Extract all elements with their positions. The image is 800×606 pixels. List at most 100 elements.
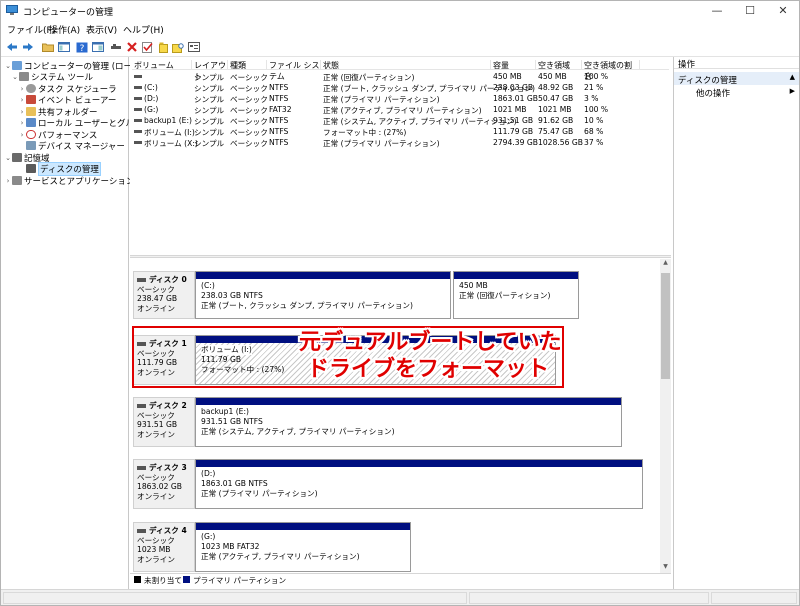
table-cell: ボリューム (X:) <box>144 139 198 148</box>
collapse-arrow-icon[interactable]: ▲ <box>790 73 795 81</box>
forward-arrow-icon[interactable] <box>21 40 35 54</box>
connect-icon[interactable] <box>109 40 123 54</box>
computer-management-icon <box>6 5 18 15</box>
table-cell: 91.62 GB <box>538 116 574 125</box>
disk-graph-scrollbar[interactable]: ▲ ▼ <box>660 259 671 573</box>
menu-view[interactable]: 表示(V) <box>86 23 117 36</box>
check-icon[interactable] <box>141 40 155 54</box>
col-filesystem[interactable]: ファイル システム <box>267 60 321 81</box>
menu-bar: ファイル(F) 操作(A) 表示(V) ヘルプ(H) <box>1 21 799 37</box>
collapse-icon[interactable]: ⌄ <box>11 73 19 81</box>
collapse-icon[interactable]: ⌄ <box>4 154 12 162</box>
table-cell: NTFS <box>269 127 289 136</box>
volume-icon <box>134 108 142 111</box>
table-cell: 37 % <box>584 138 604 147</box>
expand-icon[interactable]: › <box>18 96 26 104</box>
tree-task-scheduler[interactable]: › タスク スケジューラ <box>18 83 117 95</box>
table-row[interactable]: (C:) シンプル ベーシック NTFS 正常 (ブート, クラッシュ ダンプ, プライ… <box>132 82 669 93</box>
clock-icon <box>26 84 36 93</box>
disk-icon <box>26 164 36 173</box>
expand-icon[interactable]: › <box>18 85 26 93</box>
table-cell: NTFS <box>269 138 289 147</box>
menu-file[interactable]: ファイル(F) <box>7 23 55 36</box>
delete-icon[interactable] <box>125 40 139 54</box>
tree-shared-folders[interactable]: › 共有フォルダー <box>18 106 98 118</box>
volume-icon <box>134 119 142 122</box>
tree-device-manager[interactable]: デバイス マネージャー <box>18 140 125 152</box>
menu-action[interactable]: 操作(A) <box>49 23 80 36</box>
unallocated-swatch <box>134 576 141 583</box>
table-row[interactable]: (G:) シンプル ベーシック FAT32 正常 (アクティブ, プライマリ パーティシ… <box>132 104 669 115</box>
col-status[interactable]: 状態 <box>321 60 491 70</box>
computer-icon <box>12 61 22 70</box>
col-layout[interactable]: レイアウト <box>192 60 228 81</box>
pane-splitter[interactable] <box>130 255 671 258</box>
table-row[interactable]: ボリューム (X:) シンプル ベーシック NTFS 正常 (プライマリ パーティション… <box>132 137 669 148</box>
collapse-icon[interactable]: ⌄ <box>4 62 12 70</box>
storage-icon <box>12 153 22 162</box>
actions-header: 操作 <box>674 57 799 70</box>
table-row[interactable]: backup1 (E:) シンプル ベーシック NTFS 正常 (システム, アクティブ… <box>132 115 669 126</box>
partition-c[interactable]: (C:) 238.03 GB NTFS 正常 (ブート, クラッシュ ダンプ, … <box>195 271 451 319</box>
disk-0-label[interactable]: ディスク 0 ベーシック 238.47 GB オンライン <box>133 271 195 319</box>
partition-g[interactable]: (G:) 1023 MB FAT32 正常 (アクティブ, プライマリ パーティ… <box>195 522 411 572</box>
help-icon[interactable]: ? <box>75 40 89 54</box>
table-row[interactable]: (D:) シンプル ベーシック NTFS 正常 (プライマリ パーティション) 1863.… <box>132 93 669 104</box>
partition-e[interactable]: backup1 (E:) 931.51 GB NTFS 正常 (システム, アク… <box>195 397 622 447</box>
menu-help[interactable]: ヘルプ(H) <box>123 23 164 36</box>
table-cell: backup1 (E:) <box>144 116 192 125</box>
table-cell: 1021 MB <box>538 105 572 114</box>
table-cell: 21 % <box>584 83 604 92</box>
panel-icon[interactable] <box>57 40 71 54</box>
partition-recovery[interactable]: 450 MB 正常 (回復パーティション) <box>453 271 579 319</box>
disk-2-label[interactable]: ディスク 2 ベーシック 931.51 GB オンライン <box>133 397 195 447</box>
tree-event-viewer[interactable]: › イベント ビューアー <box>18 94 116 106</box>
table-cell: (C:) <box>144 83 158 92</box>
maximize-button[interactable]: ☐ <box>734 1 766 21</box>
expand-icon[interactable]: › <box>18 119 26 127</box>
minimize-button[interactable]: — <box>701 1 733 21</box>
back-arrow-icon[interactable] <box>5 40 19 54</box>
tree-system-tools[interactable]: ⌄ システム ツール <box>11 71 93 83</box>
expand-icon[interactable]: › <box>4 177 12 185</box>
actions-other[interactable]: 他の操作 ▶ <box>674 85 799 101</box>
table-cell: 75.47 GB <box>538 127 574 136</box>
col-free-percent[interactable]: 空き領域の割合 <box>582 60 640 81</box>
tree-services[interactable]: › サービスとアプリケーション <box>4 175 134 187</box>
close-button[interactable]: ✕ <box>767 1 799 21</box>
disk-management-pane: ボリューム レイアウト 種類 ファイル システム 状態 容量 空き領域 空き領域… <box>130 57 671 589</box>
table-row[interactable]: シンプル ベーシック 正常 (回復パーティション) 450 MB 450 MB 100 % <box>132 71 669 82</box>
expand-icon[interactable]: › <box>18 108 26 116</box>
scroll-down-icon[interactable]: ▼ <box>660 563 671 573</box>
col-volume[interactable]: ボリューム <box>132 60 192 70</box>
col-free[interactable]: 空き領域 <box>536 60 582 70</box>
table-cell: ベーシック <box>230 139 268 148</box>
scroll-up-icon[interactable]: ▲ <box>660 259 671 269</box>
disk-icon <box>137 403 146 408</box>
performance-icon <box>26 130 36 139</box>
actions-pane: 操作 ディスクの管理 ▲ 他の操作 ▶ <box>673 57 799 589</box>
actions-section-disk-management[interactable]: ディスクの管理 ▲ <box>674 72 799 86</box>
table-cell: 10 % <box>584 116 604 125</box>
new-icon[interactable] <box>157 40 171 54</box>
panel2-icon[interactable] <box>91 40 105 54</box>
tree-disk-management[interactable]: ディスクの管理 <box>18 161 101 176</box>
col-type[interactable]: 種類 <box>228 60 267 70</box>
table-row[interactable]: ボリューム (I:) シンプル ベーシック NTFS フォーマット中 : (27%) 11… <box>132 126 669 137</box>
disk-4-label[interactable]: ディスク 4 ベーシック 1023 MB オンライン <box>133 522 195 572</box>
computer-management-window: コンピューターの管理 — ☐ ✕ ファイル(F) 操作(A) 表示(V) ヘルプ… <box>0 0 800 606</box>
scroll-thumb[interactable] <box>661 273 670 379</box>
folder-icon[interactable] <box>41 40 55 54</box>
table-cell: 48.92 GB <box>538 83 574 92</box>
table-cell: 正常 (プライマリ パーティション) <box>323 139 440 148</box>
col-capacity[interactable]: 容量 <box>491 60 536 70</box>
tree-performance[interactable]: › パフォーマンス <box>18 129 97 141</box>
expand-icon[interactable]: › <box>18 131 26 139</box>
partition-d[interactable]: (D:) 1863.01 GB NTFS 正常 (プライマリ パーティション) <box>195 459 643 509</box>
folder-search-icon[interactable] <box>171 40 185 54</box>
annotation-text: 元デュアルブートしていた ドライブをフォーマット <box>299 330 562 382</box>
properties-icon[interactable] <box>187 40 201 54</box>
disk-icon <box>137 528 146 533</box>
status-bar <box>1 589 799 605</box>
disk-3-label[interactable]: ディスク 3 ベーシック 1863.02 GB オンライン <box>133 459 195 509</box>
